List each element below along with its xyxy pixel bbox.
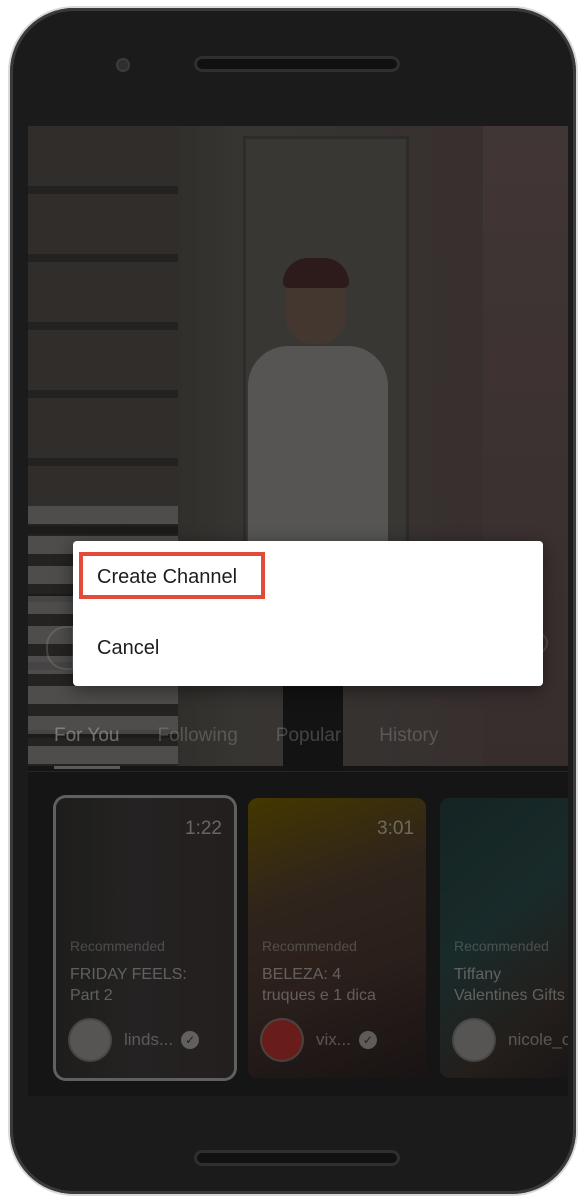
bottom-speaker [194,1150,400,1166]
app-screen: For You Following Popular History 1:22 R… [28,126,568,1096]
cancel-button[interactable]: Cancel [97,637,159,660]
options-dialog: Create Channel Cancel [73,541,543,686]
create-channel-button[interactable]: Create Channel [97,566,237,589]
phone-frame: For You Following Popular History 1:22 R… [10,8,576,1194]
front-camera [116,58,130,72]
earpiece-speaker [194,56,400,72]
